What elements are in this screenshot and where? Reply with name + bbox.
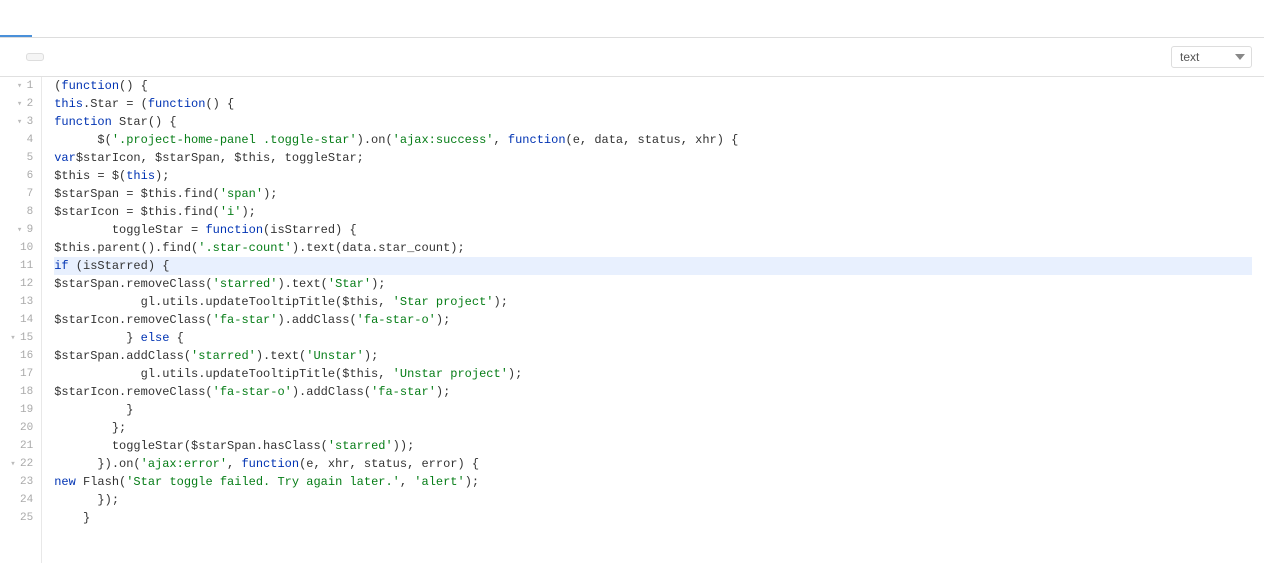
line-number: 14 [8, 311, 33, 329]
code-editor: ▾1▾2▾345678▾91011121314▾15161718192021▾2… [0, 77, 1264, 563]
code-line: toggleStar = function(isStarred) { [54, 221, 1252, 239]
line-number-text: 16 [20, 347, 33, 365]
code-line: this.Star = (function() { [54, 95, 1252, 113]
code-line: toggleStar($starSpan.hasClass('starred')… [54, 437, 1252, 455]
line-number: ▾3 [8, 113, 33, 131]
code-line: $this.parent().find('.star-count').text(… [54, 239, 1252, 257]
line-number: 24 [8, 491, 33, 509]
line-number: ▾15 [8, 329, 33, 347]
line-number: ▾2 [8, 95, 33, 113]
tab-bar [0, 0, 1264, 38]
line-number: 18 [8, 383, 33, 401]
line-number: 21 [8, 437, 33, 455]
line-number: 5 [8, 149, 33, 167]
code-line: }); [54, 491, 1252, 509]
code-line: var $starIcon, $starSpan, $this, toggleS… [54, 149, 1252, 167]
code-line: $starIcon.removeClass('fa-star-o').addCl… [54, 383, 1252, 401]
line-number-text: 5 [27, 149, 34, 167]
code-line: $this = $(this); [54, 167, 1252, 185]
code-line: new Flash('Star toggle failed. Try again… [54, 473, 1252, 491]
line-number-text: 2 [27, 95, 34, 113]
fold-arrow[interactable]: ▾ [15, 95, 25, 113]
line-number-text: 7 [27, 185, 34, 203]
line-number: 6 [8, 167, 33, 185]
fold-arrow[interactable]: ▾ [15, 221, 25, 239]
line-number-text: 25 [20, 509, 33, 527]
line-number-text: 17 [20, 365, 33, 383]
line-number: 13 [8, 293, 33, 311]
code-line: } else { [54, 329, 1252, 347]
code-line: }; [54, 419, 1252, 437]
line-number-text: 19 [20, 401, 33, 419]
toolbar: text javascript ruby python [0, 38, 1264, 77]
code-line: $('.project-home-panel .toggle-star').on… [54, 131, 1252, 149]
line-number: 11 [8, 257, 33, 275]
tab-preview-changes[interactable] [32, 0, 64, 37]
line-number: ▾22 [8, 455, 33, 473]
line-number: ▾9 [8, 221, 33, 239]
line-number-text: 1 [27, 77, 34, 95]
filepath-badge [26, 53, 44, 61]
code-line: }).on('ajax:error', function(e, xhr, sta… [54, 455, 1252, 473]
line-number-text: 4 [27, 131, 34, 149]
line-number-text: 15 [20, 329, 33, 347]
code-line: $starSpan = $this.find('span'); [54, 185, 1252, 203]
line-number: 17 [8, 365, 33, 383]
code-line: $starSpan.removeClass('starred').text('S… [54, 275, 1252, 293]
toolbar-right: text javascript ruby python [1171, 46, 1252, 68]
line-number-text: 8 [27, 203, 34, 221]
line-number-text: 23 [20, 473, 33, 491]
line-number: 23 [8, 473, 33, 491]
line-number-text: 14 [20, 311, 33, 329]
code-lines[interactable]: (function() { this.Star = (function() { … [42, 77, 1264, 563]
fold-arrow[interactable]: ▾ [15, 113, 25, 131]
code-line: $starIcon.removeClass('fa-star').addClas… [54, 311, 1252, 329]
tab-edit-file[interactable] [0, 0, 32, 37]
line-number: 10 [8, 239, 33, 257]
line-number: 20 [8, 419, 33, 437]
line-number-text: 10 [20, 239, 33, 257]
code-line: gl.utils.updateTooltipTitle($this, 'Star… [54, 293, 1252, 311]
code-line: gl.utils.updateTooltipTitle($this, 'Unst… [54, 365, 1252, 383]
line-number-text: 22 [20, 455, 33, 473]
code-line: $starSpan.addClass('starred').text('Unst… [54, 347, 1252, 365]
line-number: ▾1 [8, 77, 33, 95]
line-number: 7 [8, 185, 33, 203]
line-number-text: 9 [27, 221, 34, 239]
fold-arrow[interactable]: ▾ [15, 77, 25, 95]
code-line: function Star() { [54, 113, 1252, 131]
line-number-text: 6 [27, 167, 34, 185]
line-number: 16 [8, 347, 33, 365]
line-number-text: 20 [20, 419, 33, 437]
line-numbers: ▾1▾2▾345678▾91011121314▾15161718192021▾2… [0, 77, 42, 563]
line-number: 4 [8, 131, 33, 149]
code-line: $starIcon = $this.find('i'); [54, 203, 1252, 221]
line-number: 8 [8, 203, 33, 221]
line-number-text: 3 [27, 113, 34, 131]
line-number-text: 11 [20, 257, 33, 275]
line-number-text: 24 [20, 491, 33, 509]
code-line: } [54, 401, 1252, 419]
code-line: if (isStarred) { [54, 257, 1252, 275]
fold-arrow[interactable]: ▾ [8, 455, 18, 473]
code-line: (function() { [54, 77, 1252, 95]
file-type-select[interactable]: text javascript ruby python [1171, 46, 1252, 68]
code-line: } [54, 509, 1252, 527]
line-number: 25 [8, 509, 33, 527]
fold-arrow[interactable]: ▾ [8, 329, 18, 347]
line-number-text: 21 [20, 437, 33, 455]
line-number: 19 [8, 401, 33, 419]
line-number-text: 13 [20, 293, 33, 311]
line-number-text: 18 [20, 383, 33, 401]
line-number-text: 12 [20, 275, 33, 293]
line-number: 12 [8, 275, 33, 293]
